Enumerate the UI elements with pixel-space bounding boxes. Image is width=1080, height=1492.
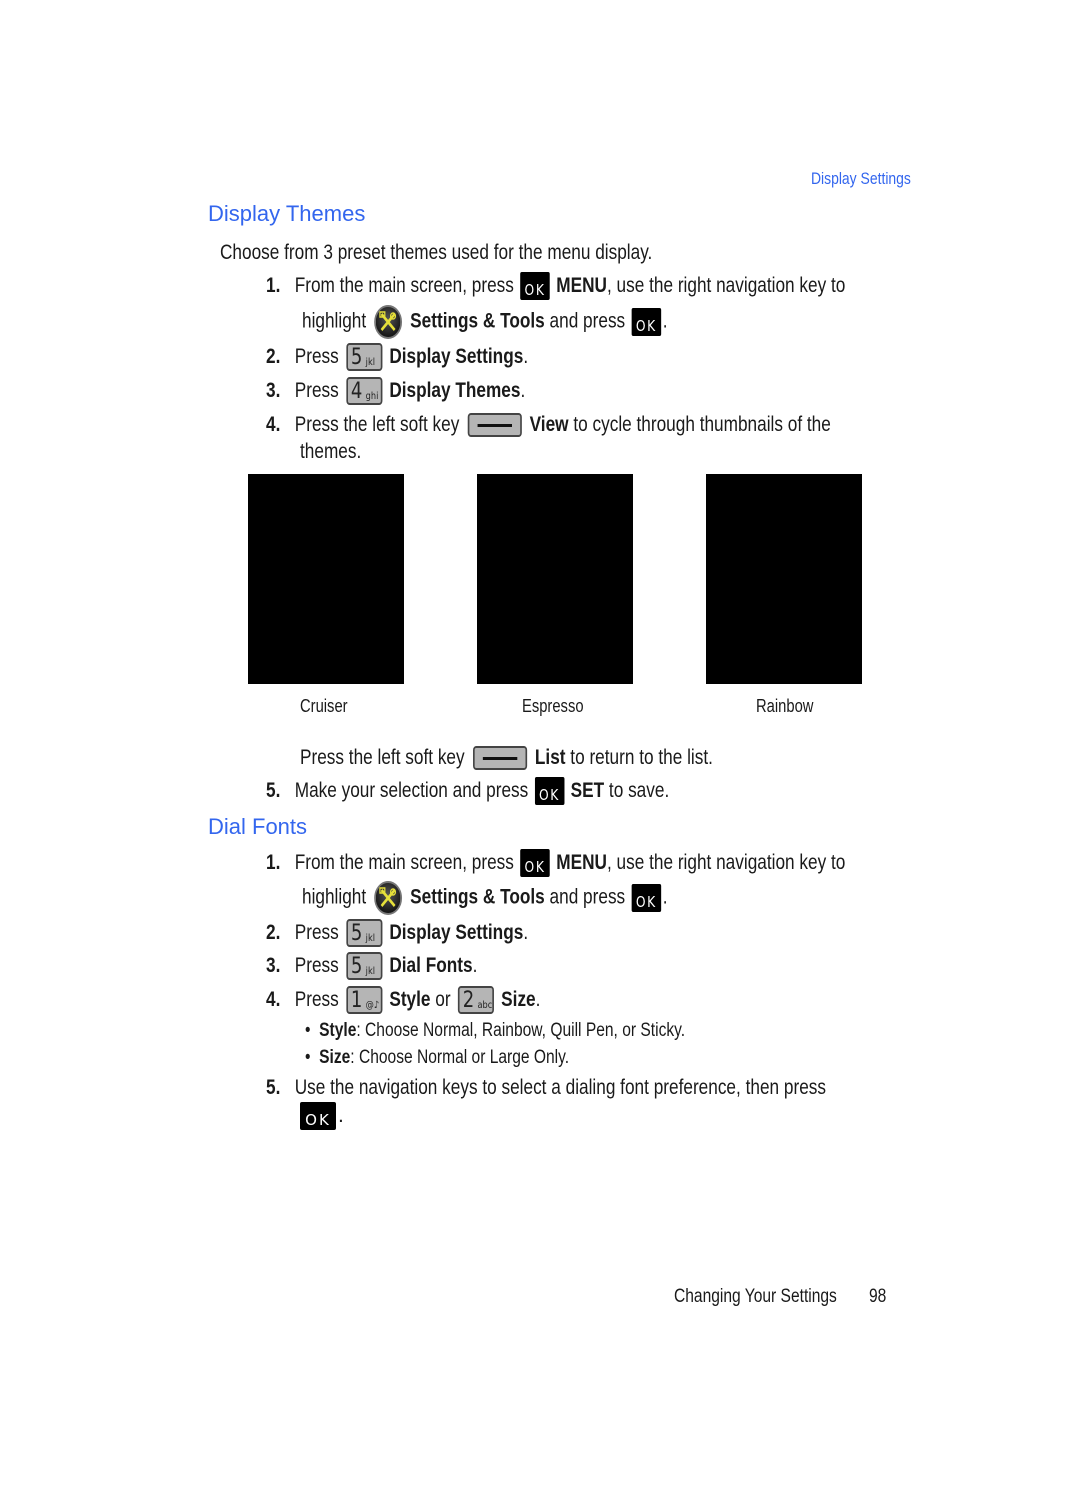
ok-key-icon: OK: [534, 777, 565, 806]
left-soft-key-icon: [467, 413, 522, 438]
key-5-icon: 5 jkl: [346, 343, 383, 372]
fonts-step-1: 1. From the main screen, press OK MENU, …: [266, 849, 846, 878]
ok-key-icon: OK: [300, 1102, 336, 1131]
intro-text: Choose from 3 preset themes used for the…: [220, 241, 653, 264]
theme-caption: Espresso: [522, 696, 584, 716]
bullet-size: • Size: Choose Normal or Large Only.: [305, 1047, 570, 1068]
themes-step-1: 1. From the main screen, press OK MENU, …: [266, 272, 846, 301]
running-head: Display Settings: [811, 169, 911, 188]
theme-caption: Rainbow: [756, 696, 814, 716]
ok-key-icon: OK: [631, 308, 662, 336]
settings-tools-icon: [374, 305, 403, 339]
ok-key-icon: OK: [520, 849, 550, 878]
fonts-step-3: 3. Press 5 jkl Dial Fonts.: [266, 952, 478, 981]
list-instruction: Press the left soft key List to return t…: [300, 746, 713, 771]
ok-key-icon: OK: [631, 884, 662, 912]
fonts-step-5: 5. Use the navigation keys to select a d…: [266, 1076, 826, 1099]
page-number: 98: [869, 1286, 887, 1307]
theme-thumbnail-cruiser: [248, 474, 404, 684]
themes-step-2: 2. Press 5 jkl Display Settings.: [266, 343, 529, 372]
section-title-display-themes: Display Themes: [208, 201, 366, 226]
themes-step-5: 5. Make your selection and press OK SET …: [266, 777, 670, 806]
fonts-step-1-cont: highlight Settings & Tools and press OK.: [302, 881, 748, 915]
key-4-icon: 4 ghi: [346, 377, 383, 406]
footer-section: Changing Your Settings: [674, 1286, 837, 1307]
bullet-style: • Style: Choose Normal, Rainbow, Quill P…: [305, 1020, 686, 1041]
fonts-step-4: 4. Press 1 @♪ Style or 2 abc Size.: [266, 986, 541, 1015]
themes-step-4: 4. Press the left soft key View to cycle…: [266, 413, 831, 438]
left-soft-key-icon: [472, 746, 527, 771]
ok-key-icon: OK: [520, 272, 550, 301]
key-5-icon: 5 jkl: [346, 952, 383, 981]
theme-thumbnail-rainbow: [706, 474, 862, 684]
themes-step-4-cont: themes.: [300, 440, 362, 463]
key-1-icon: 1 @♪: [346, 986, 383, 1015]
section-title-dial-fonts: Dial Fonts: [208, 814, 308, 839]
themes-step-3: 3. Press 4 ghi Display Themes.: [266, 377, 526, 406]
key-2-icon: 2 abc: [457, 986, 494, 1015]
settings-tools-icon: [374, 881, 403, 915]
key-5-icon: 5 jkl: [346, 919, 383, 948]
fonts-step-2: 2. Press 5 jkl Display Settings.: [266, 919, 529, 948]
fonts-step-5-cont: OK.: [300, 1102, 344, 1131]
theme-caption: Cruiser: [300, 696, 348, 716]
theme-thumbnail-espresso: [477, 474, 633, 684]
themes-step-1-cont: highlight Settings & Tools and press OK.: [302, 305, 748, 339]
